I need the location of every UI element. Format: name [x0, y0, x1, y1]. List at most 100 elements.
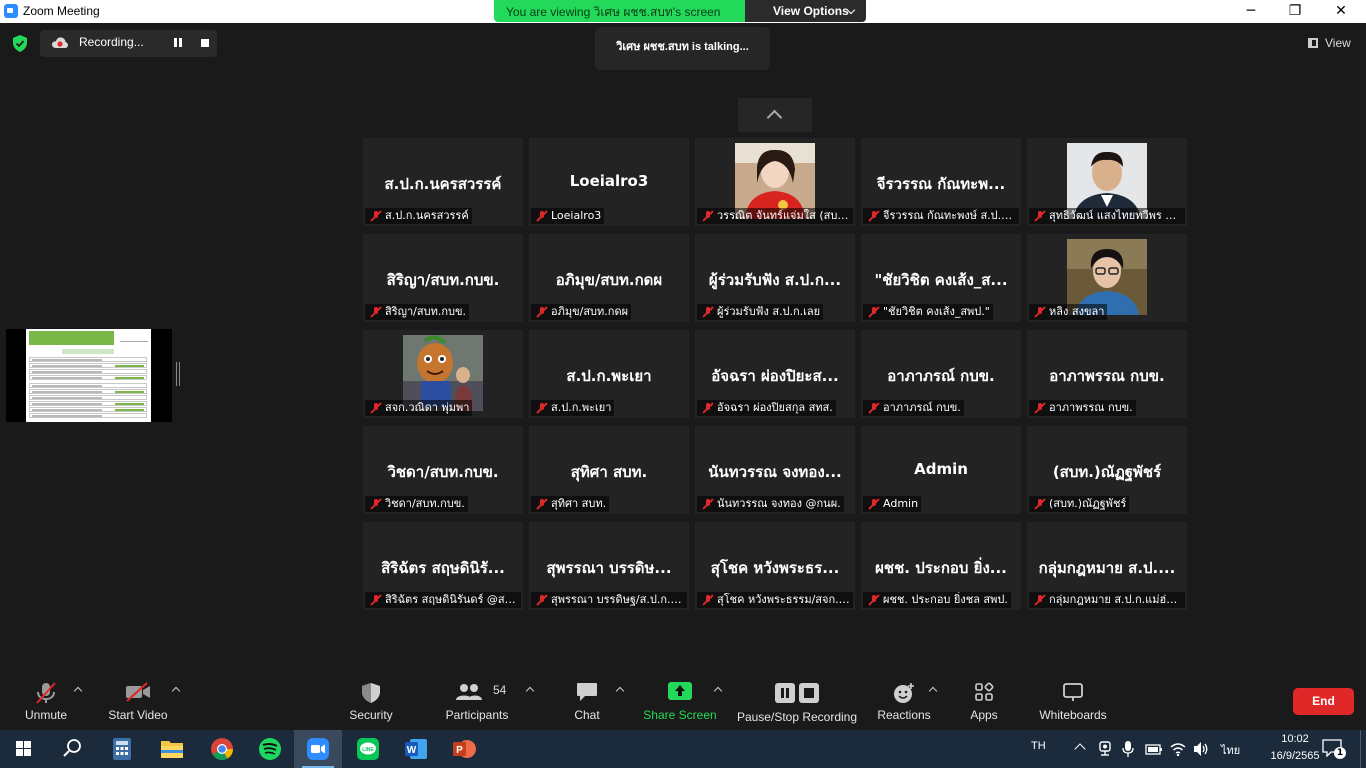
- participant-display-name: นันทวรรณ จงทอง...: [708, 463, 842, 481]
- language-indicator[interactable]: TH: [1031, 740, 1046, 752]
- participant-tile[interactable]: Loeialro3 Loeialro3: [529, 138, 689, 226]
- pause-stop-recording-label: Pause/Stop Recording: [736, 710, 858, 724]
- chat-button[interactable]: Chat: [566, 672, 608, 728]
- participant-tile[interactable]: อภิมุข/สบท.กดผ อภิมุข/สบท.กดผ: [529, 234, 689, 322]
- mic-muted-icon: [371, 595, 381, 606]
- participant-tile[interactable]: (สบท.)ณัฏฐพัชร์ (สบท.)ณัฏฐพัชร์: [1027, 426, 1187, 514]
- share-screen-button[interactable]: Share Screen: [642, 672, 718, 728]
- minimize-button[interactable]: ─: [1228, 0, 1274, 23]
- split-view-drag-handle[interactable]: [176, 362, 180, 386]
- mic-muted-icon: [1035, 595, 1045, 606]
- zoom-taskbar-icon[interactable]: [294, 730, 342, 768]
- pause-stop-recording-button[interactable]: Pause/Stop Recording: [736, 672, 858, 728]
- mic-muted-icon: [537, 403, 547, 414]
- mic-muted-icon: [703, 499, 713, 510]
- webcam-tray-icon[interactable]: [1098, 741, 1112, 757]
- participant-tile[interactable]: จีรวรรณ กัณทะพ... จีรวรรณ กัณทะพงษ์ ส.ป.ก…: [861, 138, 1021, 226]
- participant-tile[interactable]: สุพรรณา บรรดิษ... สุพรรณา บรรดิษฐ/ส.ป.ก.ส…: [529, 522, 689, 610]
- gallery-previous-page-button[interactable]: [738, 98, 812, 132]
- participant-name-label: หลิง สงขลา: [1029, 304, 1108, 320]
- show-desktop-button[interactable]: [1360, 730, 1366, 768]
- viewing-banner: You are viewing วิเศษ ผชช.สบท's screen V…: [494, 0, 866, 22]
- chat-caret-icon[interactable]: [615, 686, 625, 696]
- clock-date[interactable]: 16/9/2565: [1258, 750, 1332, 762]
- participant-tile[interactable]: อัจฉรา ผ่องปิยะส... อัจฉรา ผ่องปิยสกุล สท…: [695, 330, 855, 418]
- participant-tile[interactable]: ส.ป.ก.พะเยา ส.ป.ก.พะเยา: [529, 330, 689, 418]
- participant-tile[interactable]: ส.ป.ก.นครสวรรค์ ส.ป.ก.นครสวรรค์: [363, 138, 523, 226]
- participants-caret-icon[interactable]: [525, 686, 535, 696]
- file-explorer-icon[interactable]: [148, 730, 196, 768]
- participant-tile[interactable]: สจก.วณิดา พุ่มพา: [363, 330, 523, 418]
- participant-label-text: Loeialro3: [551, 209, 602, 222]
- windows-start-icon[interactable]: [0, 730, 48, 768]
- participant-display-name: อาภาภรณ์ กบข.: [887, 367, 995, 385]
- participant-tile[interactable]: สิริฉัตร สฤษดินิรั... สิริฉัตร สฤษดินิรัน…: [363, 522, 523, 610]
- participant-tile[interactable]: "ชัยวิชิต คงเส้ง_ส... "ชัยวิชิต คงเส้ง_สพ…: [861, 234, 1021, 322]
- view-options-button[interactable]: View Options: [745, 0, 866, 22]
- mic-muted-icon: [869, 307, 879, 318]
- viewing-message: You are viewing วิเศษ ผชช.สบท's screen: [506, 5, 721, 19]
- taskbar-search-icon[interactable]: [48, 730, 96, 768]
- reactions-button[interactable]: Reactions: [874, 672, 934, 728]
- participant-tile[interactable]: สิริญา/สบท.กบข. สิริญา/สบท.กบข.: [363, 234, 523, 322]
- end-meeting-button[interactable]: End: [1293, 688, 1354, 715]
- participant-label-text: อัจฉรา ผ่องปิยสกุล สทส.: [717, 401, 833, 414]
- powerpoint-icon[interactable]: P: [440, 730, 488, 768]
- show-hidden-icons-icon[interactable]: [1074, 743, 1086, 755]
- participants-button[interactable]: 54 Participants: [440, 672, 514, 728]
- participant-tile[interactable]: สุโชค หวังพระธร... สุโชค หวังพระธรรม/สจก.…: [695, 522, 855, 610]
- participant-tile[interactable]: นันทวรรณ จงทอง... นันทวรรณ จงทอง @กนผ.: [695, 426, 855, 514]
- window-title: Zoom Meeting: [23, 4, 100, 18]
- participant-tile[interactable]: วิชดา/สบท.กบข. วิชดา/สบท.กบข.: [363, 426, 523, 514]
- participant-tile[interactable]: Admin Admin: [861, 426, 1021, 514]
- apps-button[interactable]: Apps: [964, 672, 1004, 728]
- view-options-label: View Options: [773, 4, 849, 18]
- whiteboards-button[interactable]: Whiteboards: [1034, 672, 1112, 728]
- participant-tile[interactable]: หลิง สงขลา: [1027, 234, 1187, 322]
- participant-tile[interactable]: อาภาภรณ์ กบข. อาภาภรณ์ กบข.: [861, 330, 1021, 418]
- chrome-icon[interactable]: [198, 730, 246, 768]
- unmute-button[interactable]: Unmute: [18, 672, 74, 728]
- restore-button[interactable]: ❐: [1272, 0, 1318, 23]
- participant-tile[interactable]: วรรณิต จันทร์แจ่มใส (สบท.สป...: [695, 138, 855, 226]
- close-button[interactable]: ✕: [1318, 0, 1364, 23]
- apps-icon: [975, 682, 994, 701]
- volume-icon[interactable]: [1193, 741, 1209, 757]
- participant-tile[interactable]: กลุ่มกฎหมาย ส.ป.... กลุ่มกฎหมาย ส.ป.ก.แม่…: [1027, 522, 1187, 610]
- view-label: View: [1325, 36, 1351, 50]
- pause-recording-icon[interactable]: [173, 38, 183, 48]
- participant-tile[interactable]: สุทิศา สบท. สุทิศา สบท.: [529, 426, 689, 514]
- participant-tile[interactable]: สุทธิวัฒน์ แสงไทยทวีพร ส.ป.ก...: [1027, 138, 1187, 226]
- calculator-icon[interactable]: [98, 730, 146, 768]
- audio-options-caret-icon[interactable]: [73, 686, 83, 696]
- line-icon[interactable]: LINE: [344, 730, 392, 768]
- start-video-button[interactable]: Start Video: [104, 672, 172, 728]
- video-options-caret-icon[interactable]: [171, 686, 181, 696]
- wifi-icon[interactable]: [1170, 741, 1186, 757]
- participant-display-name: กลุ่มกฎหมาย ส.ป....: [1038, 559, 1176, 577]
- view-layout-button[interactable]: View: [1302, 31, 1360, 55]
- participant-name-label: "ชัยวิชิต คงเส้ง_สพป.": [863, 304, 993, 320]
- participant-tile[interactable]: ผชช. ประกอบ ยิ่ง... ผชช. ประกอบ ยิ่งชล สพ…: [861, 522, 1021, 610]
- battery-icon[interactable]: [1145, 742, 1163, 756]
- mic-muted-icon: [537, 307, 547, 318]
- participant-tile[interactable]: อาภาพรรณ กบข. อาภาพรรณ กบข.: [1027, 330, 1187, 418]
- mic-muted-icon: [371, 403, 381, 414]
- notifications-button[interactable]: 1: [1322, 739, 1346, 759]
- security-button[interactable]: Security: [344, 672, 398, 728]
- participant-name-label: อาภาพรรณ กบข.: [1029, 400, 1136, 416]
- spotify-icon[interactable]: [246, 730, 294, 768]
- participant-label-text: อภิมุข/สบท.กดผ: [551, 305, 629, 318]
- participant-name-label: จีรวรรณ กัณทะพงษ์ ส.ป.ก.เชียง...: [863, 208, 1019, 224]
- input-language[interactable]: ไทย: [1221, 741, 1240, 759]
- mic-muted-icon: [1035, 499, 1045, 510]
- participant-tile[interactable]: ผู้ร่วมรับฟัง ส.ป.ก... ผู้ร่วมรับฟัง ส.ป.…: [695, 234, 855, 322]
- participant-display-name: ส.ป.ก.พะเยา: [566, 367, 652, 385]
- clock-time[interactable]: 10:02: [1267, 733, 1323, 745]
- mic-muted-icon: [703, 211, 713, 222]
- microphone-tray-icon[interactable]: [1122, 740, 1134, 758]
- stop-recording-icon[interactable]: [201, 39, 209, 47]
- shared-screen-thumbnail[interactable]: [6, 329, 172, 422]
- word-icon[interactable]: W: [392, 730, 440, 768]
- shield-icon[interactable]: [12, 35, 28, 52]
